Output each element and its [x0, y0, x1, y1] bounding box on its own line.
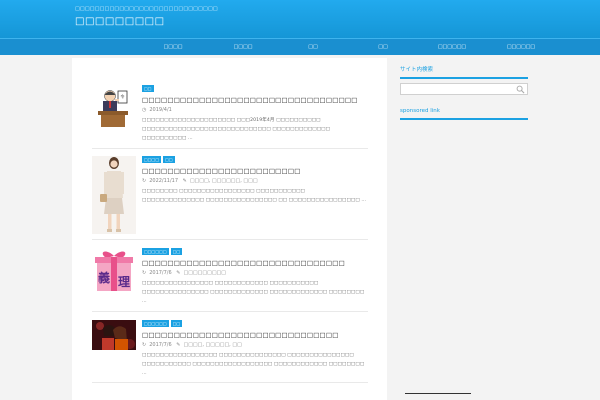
nav-item-5[interactable]: □□□□□□	[417, 39, 487, 55]
clock-icon: ◷	[142, 107, 147, 113]
nav-item-6[interactable]: □□□□□□	[486, 39, 556, 55]
search-widget-title: サイト内検索	[400, 65, 528, 79]
podium-icon[interactable]: 令	[92, 85, 136, 129]
post-date: 2022/11/17	[149, 178, 179, 184]
site-description: □□□□□□□□□□□□□□□□□□□□□□□□□□□□□	[75, 6, 218, 12]
global-nav: □□□□ □□□□ □□ □□ □□□□□□ □□□□□□	[0, 38, 600, 55]
post-tags[interactable]: □□□□, □□□□□, □□	[183, 342, 241, 348]
site-title-link[interactable]: □□□□□□□□□	[75, 16, 165, 27]
search-input[interactable]	[401, 84, 513, 94]
post-tags[interactable]: □□□□, □□□□□□, □□□	[190, 178, 258, 184]
post-excerpt: □□□□□□□□□□□□□□□□□ □□□□□□□□□□□□□□□ □□□□□□…	[142, 353, 365, 376]
post-title-link[interactable]: □□□□□□□□□□□□□□□□□□□□□□□□□□□□□□□	[142, 331, 368, 339]
main-content: 令 □□ □□□□□□□□□□□□□□□□□□□□□□□□□□□□□□□□□□ …	[72, 58, 387, 400]
category-badge[interactable]: □□	[170, 320, 183, 327]
category-badge[interactable]: □□	[170, 248, 183, 255]
svg-text:義: 義	[98, 270, 110, 285]
svg-text:令: 令	[121, 93, 125, 99]
nav-item-4[interactable]: □□	[348, 39, 418, 55]
post-excerpt: □□□□□□□□ □□□□□□□□□□□□□□□□□ □□□□□□□□□□□ □…	[142, 189, 367, 203]
post-excerpt: □□□□□□□□□□□□□□□□ □□□□□□□□□□□□ □□□□□□□□□□…	[142, 281, 365, 304]
refresh-icon: ↻	[142, 270, 147, 276]
nav-item-2[interactable]: □□□□	[208, 39, 278, 55]
divider	[92, 311, 368, 312]
refresh-icon: ↻	[142, 178, 147, 184]
category-badge[interactable]: □□	[142, 85, 154, 92]
post-meta: ↻ 2017/7/6 ✎ □□□□, □□□□□, □□	[142, 342, 368, 348]
woman-icon[interactable]	[92, 156, 136, 234]
svg-text:理: 理	[118, 275, 130, 289]
category-badge[interactable]: □□□□□□	[142, 320, 169, 327]
post-tags[interactable]: □□□□□□□□□	[183, 270, 226, 276]
category-badge[interactable]: □□	[163, 156, 175, 163]
sponsored-widget: sponsored link	[400, 108, 528, 120]
divider	[92, 382, 368, 383]
post-meta: ↻ 2017/7/6 ✎ □□□□□□□□□	[142, 270, 368, 276]
tag-icon: ✎	[176, 342, 181, 348]
post-excerpt: □□□□□□□□□□□□□□□□□□□□□ □□□2019年4月 □□□□□□□…	[142, 118, 331, 141]
couple-icon[interactable]	[92, 320, 136, 350]
post-title-link[interactable]: □□□□□□□□□□□□□□□□□□□□□□□□□	[142, 167, 368, 175]
post-date: 2017/7/6	[149, 342, 172, 348]
search-box	[400, 83, 528, 95]
tag-icon: ✎	[176, 270, 181, 276]
gift-icon[interactable]: 義 理	[92, 248, 136, 294]
post-meta: ↻ 2022/11/17 ✎ □□□□, □□□□□□, □□□	[142, 178, 368, 184]
post-title-link[interactable]: □□□□□□□□□□□□□□□□□□□□□□□□□□□□□□□□□□	[142, 96, 368, 104]
post-date: 2017/7/6	[149, 270, 172, 276]
refresh-icon: ↻	[142, 342, 147, 348]
search-icon[interactable]	[516, 85, 525, 94]
bottom-widget-edge	[405, 393, 471, 396]
category-badge[interactable]: □□□□	[142, 156, 162, 163]
nav-item-1[interactable]: □□□□	[138, 39, 208, 55]
post-title-link[interactable]: □□□□□□□□□□□□□□□□□□□□□□□□□□□□□□□□	[142, 259, 368, 267]
nav-item-3[interactable]: □□	[278, 39, 348, 55]
divider	[92, 148, 368, 149]
sponsored-title: sponsored link	[400, 108, 528, 120]
post-date: 2019/4/1	[149, 107, 172, 113]
category-badge[interactable]: □□□□□□	[142, 248, 169, 255]
divider	[92, 239, 368, 240]
search-widget: サイト内検索	[400, 65, 528, 79]
site-header: □□□□□□□□□□□□□□□□□□□□□□□□□□□□□ □□□□□□□□□	[0, 0, 600, 38]
sidebar: サイト内検索 sponsored link	[397, 58, 531, 400]
tag-icon: ✎	[182, 178, 187, 184]
post-meta: ◷ 2019/4/1	[142, 107, 368, 113]
